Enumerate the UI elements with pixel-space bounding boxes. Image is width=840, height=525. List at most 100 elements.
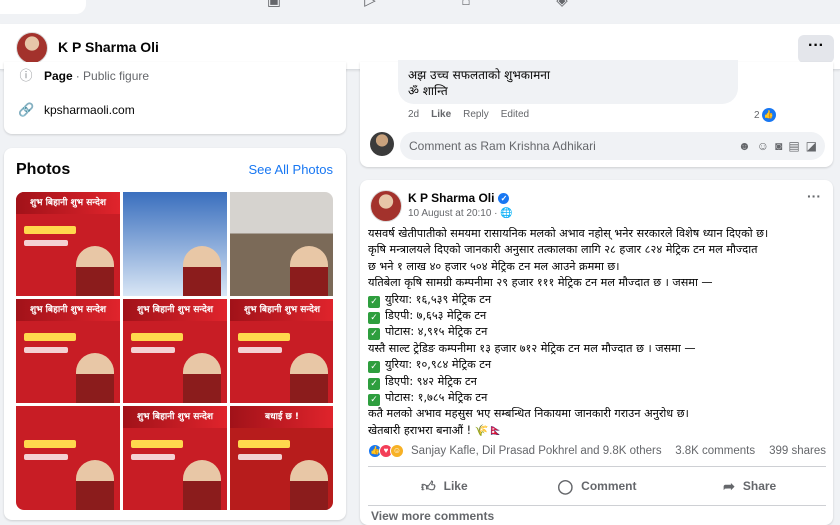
list-item-text: डिएपी: ९४२ मेट्रिक टन	[385, 374, 477, 388]
comment-tools: ☻ ☺ ◙ ▤ ◪	[738, 132, 817, 160]
post-author-avatar[interactable]	[370, 190, 402, 222]
avatar[interactable]	[16, 32, 48, 64]
comment-reaction-count[interactable]: 2 👍	[754, 108, 776, 122]
like-button[interactable]: 👍︎ Like	[368, 470, 521, 502]
sticker-icon[interactable]: ◪	[806, 132, 817, 160]
comment-input-placeholder: Comment as Ram Krishna Adhikari	[409, 139, 596, 153]
view-more-comments-link[interactable]: View more comments	[371, 509, 494, 523]
intro-card: ⓘ Page · Public figure 🔗 kpsharmaoli.com	[4, 62, 346, 134]
photos-title: Photos	[16, 161, 71, 178]
photo-banner-text: शुभ बिहानी शुभ सन्देश	[123, 299, 227, 321]
post-text-line: कृषि मन्त्रालयले दिएको जानकारी अनुसार तत…	[368, 243, 758, 257]
like-button-label: Like	[443, 479, 468, 493]
list-item-text: युरिया: १६,५३९ मेट्रिक टन	[385, 292, 492, 306]
photo-thumbnail[interactable]: शुभ बिहानी शुभ सन्देश	[123, 406, 227, 510]
post-author[interactable]: K P Sharma Oli ✓	[408, 191, 510, 205]
photo-thumbnail[interactable]	[123, 192, 227, 296]
post-text-line: यसवर्ष खेतीपातीको समयमा रासायनिक मलको अभ…	[368, 227, 769, 240]
post-text-line: खेतबारी हराभरा बनाऔं ! 🌾🇳🇵	[368, 423, 503, 437]
photo-text-block	[238, 454, 282, 460]
shares-count[interactable]: 399 shares	[769, 445, 826, 457]
check-icon: ✓	[368, 328, 380, 341]
haha-reaction-icon: ☺	[390, 444, 404, 458]
check-icon: ✓	[368, 377, 380, 390]
search-box[interactable]	[0, 0, 86, 14]
photos-card: Photos See All Photos शुभ बिहानी शुभ सन्…	[4, 148, 346, 520]
post-card: K P Sharma Oli ✓ 10 August at 20:10 · 🌐 …	[360, 180, 833, 525]
post-date-text: 10 August at 20:10 ·	[408, 208, 501, 219]
comment-button[interactable]: ◯ Comment	[521, 470, 674, 502]
like-icon: 👍	[761, 108, 776, 122]
comment-like-button[interactable]: Like	[431, 109, 451, 120]
list-item-text: युरिया: १०,९८४ मेट्रिक टन	[385, 358, 492, 372]
more-options-button[interactable]: ···	[798, 35, 834, 63]
post-author-name[interactable]: K P Sharma Oli	[408, 191, 494, 205]
intro-page-category: ⓘ Page · Public figure	[18, 68, 149, 84]
photo-thumbnail[interactable]	[230, 192, 333, 296]
photo-thumbnail[interactable]: शुभ बिहानी शुभ सन्देश	[123, 299, 227, 403]
photo-thumbnail[interactable]	[16, 406, 120, 510]
comment-input[interactable]: Comment as Ram Krishna Adhikari ☻ ☺ ◙ ▤ …	[400, 132, 825, 160]
post-text-line: कतै मलको अभाव महसुस भए सम्बन्धित निकायमा…	[368, 407, 689, 421]
comment-meta: 2d Like Reply Edited	[408, 109, 529, 120]
verified-badge-icon: ✓	[498, 192, 510, 204]
intro-website: 🔗 kpsharmaoli.com	[18, 102, 135, 118]
gaming-icon[interactable]: ◈	[552, 0, 572, 10]
divider	[368, 505, 826, 506]
website-link[interactable]: kpsharmaoli.com	[44, 103, 135, 117]
top-navigation: ▣ ▷ ⌂ ◈	[0, 0, 840, 18]
post-more-options-icon[interactable]: ···	[807, 188, 821, 204]
photo-text-block	[131, 454, 175, 460]
reactions-summary: 👍 ♥ ☺ Sanjay Kafle, Dil Prasad Pokhrel a…	[368, 444, 826, 458]
watch-icon[interactable]: ▷	[360, 0, 380, 10]
photo-thumbnail[interactable]: शुभ बिहानी शुभ सन्देश	[16, 299, 120, 403]
check-icon: ✓	[368, 312, 380, 325]
photo-headline-block	[131, 440, 183, 448]
marketplace-icon[interactable]: ⌂	[456, 0, 476, 10]
photo-headline-block	[131, 333, 183, 341]
comment-time[interactable]: 2d	[408, 109, 419, 120]
comment-reply-button[interactable]: Reply	[463, 109, 489, 120]
photo-thumbnail[interactable]: शुभ बिहानी शुभ सन्देश	[16, 192, 120, 296]
emoji-icon[interactable]: ☺	[757, 132, 769, 160]
pages-icon[interactable]: ▣	[264, 0, 284, 10]
photo-portrait	[76, 460, 114, 510]
gif-icon[interactable]: ▤	[788, 132, 799, 160]
photo-banner-text: शुभ बिहानी शुभ सन्देश	[16, 192, 120, 214]
photo-text-block	[24, 240, 68, 246]
post-timestamp[interactable]: 10 August at 20:10 · 🌐	[408, 208, 513, 219]
avatar-sticker-icon[interactable]: ☻	[738, 132, 751, 160]
check-icon: ✓	[368, 295, 380, 308]
page-label: Page	[44, 69, 73, 83]
share-button-label: Share	[742, 479, 777, 493]
camera-icon[interactable]: ◙	[775, 132, 782, 160]
photo-text-block	[131, 347, 175, 353]
photo-banner-text: शुभ बिहानी शुभ सन्देश	[230, 299, 333, 321]
photo-portrait	[76, 353, 114, 403]
photo-banner-text: बधाई छ !	[230, 406, 333, 428]
photo-thumbnail[interactable]: शुभ बिहानी शुभ सन्देश	[230, 299, 333, 403]
photo-thumbnail[interactable]: बधाई छ !	[230, 406, 333, 510]
photo-headline-block	[238, 440, 290, 448]
photo-headline-block	[24, 440, 76, 448]
comment-icon: ◯	[557, 477, 574, 494]
check-icon: ✓	[368, 361, 380, 374]
reaction-icons[interactable]: 👍 ♥ ☺	[368, 444, 404, 458]
photo-headline-block	[238, 333, 290, 341]
comments-count[interactable]: 3.8K comments	[675, 445, 755, 457]
list-item: ✓ डिएपी: ९४२ मेट्रिक टन	[368, 374, 828, 390]
post-actions: 👍︎ Like ◯ Comment ➦ Share	[368, 470, 826, 502]
post-body: यसवर्ष खेतीपातीको समयमा रासायनिक मलको अभ…	[368, 226, 828, 439]
commenter-avatar[interactable]	[370, 132, 394, 156]
photo-banner-text: शुभ बिहानी शुभ सन्देश	[16, 299, 120, 321]
photo-headline-block	[24, 333, 76, 341]
share-icon: ➦	[723, 477, 735, 494]
list-item: ✓ पोटास: १,७८५ मेट्रिक टन	[368, 390, 828, 407]
reacted-by[interactable]: Sanjay Kafle, Dil Prasad Pokhrel and 9.8…	[411, 445, 662, 457]
profile-name[interactable]: K P Sharma Oli	[58, 39, 159, 55]
photo-portrait	[76, 246, 114, 296]
comment-text-line: ॐ शान्ति	[408, 84, 448, 98]
share-button[interactable]: ➦ Share	[673, 470, 826, 502]
post-text-line: यतिबेला कृषि सामग्री कम्पनीमा २९ हजार ११…	[368, 276, 713, 290]
see-all-photos-link[interactable]: See All Photos	[248, 162, 333, 177]
